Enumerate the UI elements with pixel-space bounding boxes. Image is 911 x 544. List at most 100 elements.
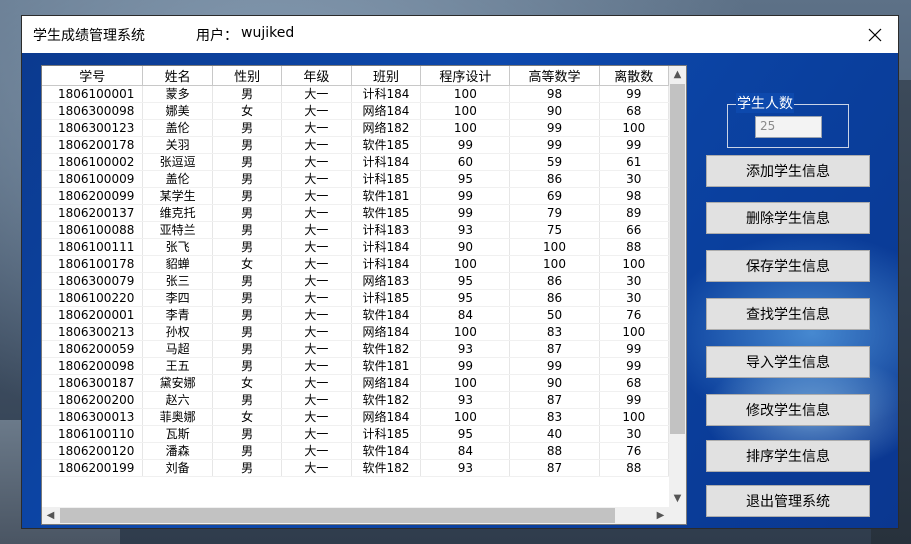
table-cell[interactable]: 93 <box>420 221 511 239</box>
table-cell[interactable]: 男 <box>212 357 283 375</box>
table-cell[interactable]: 大一 <box>281 85 352 103</box>
table-row[interactable]: 1806200137 维克托男大一 软件185 99 79 89 <box>42 204 669 222</box>
table-cell[interactable]: 99 <box>509 136 600 154</box>
table-cell[interactable]: 大一 <box>281 136 352 154</box>
table-cell[interactable]: 100 <box>599 255 669 273</box>
table-cell[interactable]: 87 <box>509 340 600 358</box>
table-cell[interactable]: 1806100111 <box>42 238 144 256</box>
table-cell[interactable]: 59 <box>509 153 600 171</box>
table-cell[interactable]: 1806100001 <box>42 85 144 103</box>
table-row[interactable]: 1806200200 赵六男大一 软件182 93 87 99 <box>42 391 669 409</box>
table-cell[interactable]: 95 <box>420 289 511 307</box>
table-cell[interactable]: 大一 <box>281 391 352 409</box>
table-cell[interactable]: 大一 <box>281 187 352 205</box>
scroll-down-icon[interactable]: ▼ <box>669 490 686 507</box>
table-cell[interactable]: 大一 <box>281 102 352 120</box>
table-cell[interactable]: 男 <box>212 238 283 256</box>
table-cell[interactable]: 99 <box>599 357 669 375</box>
table-cell[interactable]: 女 <box>212 374 283 392</box>
table-cell[interactable]: 大一 <box>281 357 352 375</box>
exit-system-button[interactable]: 退出管理系统 <box>706 485 870 517</box>
table-cell[interactable]: 女 <box>212 255 283 273</box>
table-cell[interactable]: 男 <box>212 323 283 341</box>
table-cell[interactable]: 李青 <box>142 306 213 324</box>
table-cell[interactable]: 1806300079 <box>42 272 144 290</box>
table-cell[interactable]: 1806200098 <box>42 357 144 375</box>
table-cell[interactable]: 50 <box>509 306 600 324</box>
table-cell[interactable]: 95 <box>420 170 511 188</box>
table-cell[interactable]: 男 <box>212 289 283 307</box>
table-row[interactable]: 1806200098 王五男大一 软件181 99 99 99 <box>42 357 669 375</box>
table-cell[interactable]: 貂蝉 <box>142 255 213 273</box>
table-cell[interactable]: 93 <box>420 391 511 409</box>
table-cell[interactable]: 娜美 <box>142 102 213 120</box>
table-cell[interactable]: 68 <box>599 102 669 120</box>
table-cell[interactable]: 99 <box>599 85 669 103</box>
table-cell[interactable]: 大一 <box>281 238 352 256</box>
table-cell[interactable]: 大一 <box>281 340 352 358</box>
column-header[interactable]: 姓名 <box>142 66 213 86</box>
table-cell[interactable]: 84 <box>420 442 511 460</box>
table-cell[interactable]: 男 <box>212 204 283 222</box>
table-cell[interactable]: 网络182 <box>351 119 422 137</box>
table-cell[interactable]: 100 <box>599 119 669 137</box>
table-cell[interactable]: 软件184 <box>351 442 422 460</box>
table-cell[interactable]: 软件185 <box>351 136 422 154</box>
table-row[interactable]: 1806200120 潘森男大一 软件184 84 88 76 <box>42 442 669 460</box>
table-row[interactable]: 1806300213 孙权男大一 网络184 100 83 100 <box>42 323 669 341</box>
table-cell[interactable]: 男 <box>212 119 283 137</box>
table-cell[interactable]: 大一 <box>281 459 352 477</box>
table-row[interactable]: 1806100178 貂蝉女大一 计科184 100 100 100 <box>42 255 669 273</box>
table-cell[interactable]: 30 <box>599 425 669 443</box>
table-cell[interactable]: 计科184 <box>351 153 422 171</box>
table-cell[interactable]: 女 <box>212 102 283 120</box>
table-cell[interactable]: 网络184 <box>351 323 422 341</box>
table-cell[interactable]: 软件181 <box>351 187 422 205</box>
table-cell[interactable]: 网络183 <box>351 272 422 290</box>
table-cell[interactable]: 计科185 <box>351 425 422 443</box>
find-student-button[interactable]: 查找学生信息 <box>706 298 870 330</box>
table-cell[interactable]: 99 <box>420 187 511 205</box>
table-row[interactable]: 1806200099 某学生男大一 软件181 99 69 98 <box>42 187 669 205</box>
table-cell[interactable]: 1806200137 <box>42 204 144 222</box>
table-cell[interactable]: 刘备 <box>142 459 213 477</box>
table-cell[interactable]: 83 <box>509 323 600 341</box>
table-cell[interactable]: 维克托 <box>142 204 213 222</box>
table-cell[interactable]: 100 <box>509 255 600 273</box>
table-cell[interactable]: 1806100009 <box>42 170 144 188</box>
table-cell[interactable]: 软件185 <box>351 204 422 222</box>
table-cell[interactable]: 1806100110 <box>42 425 144 443</box>
column-header[interactable]: 学号 <box>42 66 144 86</box>
table-cell[interactable]: 1806300187 <box>42 374 144 392</box>
table-cell[interactable]: 99 <box>599 136 669 154</box>
table-cell[interactable]: 100 <box>420 102 511 120</box>
table-cell[interactable]: 计科184 <box>351 255 422 273</box>
column-header[interactable]: 高等数学 <box>509 66 600 86</box>
table-cell[interactable]: 男 <box>212 442 283 460</box>
table-cell[interactable]: 98 <box>509 85 600 103</box>
table-cell[interactable]: 90 <box>509 102 600 120</box>
table-cell[interactable]: 男 <box>212 153 283 171</box>
table-cell[interactable]: 1806300213 <box>42 323 144 341</box>
table-row[interactable]: 1806300123 盖伦男大一 网络182 100 99 100 <box>42 119 669 137</box>
table-cell[interactable]: 100 <box>420 119 511 137</box>
table-cell[interactable]: 1806200200 <box>42 391 144 409</box>
table-cell[interactable]: 大一 <box>281 255 352 273</box>
table-cell[interactable]: 蒙多 <box>142 85 213 103</box>
save-student-button[interactable]: 保存学生信息 <box>706 250 870 282</box>
table-row[interactable]: 1806100002 张逗逗男大一 计科184 60 59 61 <box>42 153 669 171</box>
table-cell[interactable]: 88 <box>599 238 669 256</box>
table-cell[interactable]: 李四 <box>142 289 213 307</box>
add-student-button[interactable]: 添加学生信息 <box>706 155 870 187</box>
table-cell[interactable]: 88 <box>509 442 600 460</box>
table-row[interactable]: 1806200199 刘备男大一 软件182 93 87 88 <box>42 459 669 477</box>
table-cell[interactable]: 1806100088 <box>42 221 144 239</box>
table-row[interactable]: 1806100111 张飞男大一 计科184 90 100 88 <box>42 238 669 256</box>
table-row[interactable]: 1806200178 关羽男大一 软件185 99 99 99 <box>42 136 669 154</box>
table-cell[interactable]: 男 <box>212 272 283 290</box>
table-cell[interactable]: 张飞 <box>142 238 213 256</box>
student-data-grid[interactable]: 学号 姓名 性别 年级 班别 程序设计 高等数学 离散数 1806100001 蒙多男大一 计科1… <box>41 65 687 525</box>
table-cell[interactable]: 100 <box>599 323 669 341</box>
table-cell[interactable]: 66 <box>599 221 669 239</box>
table-cell[interactable]: 张逗逗 <box>142 153 213 171</box>
